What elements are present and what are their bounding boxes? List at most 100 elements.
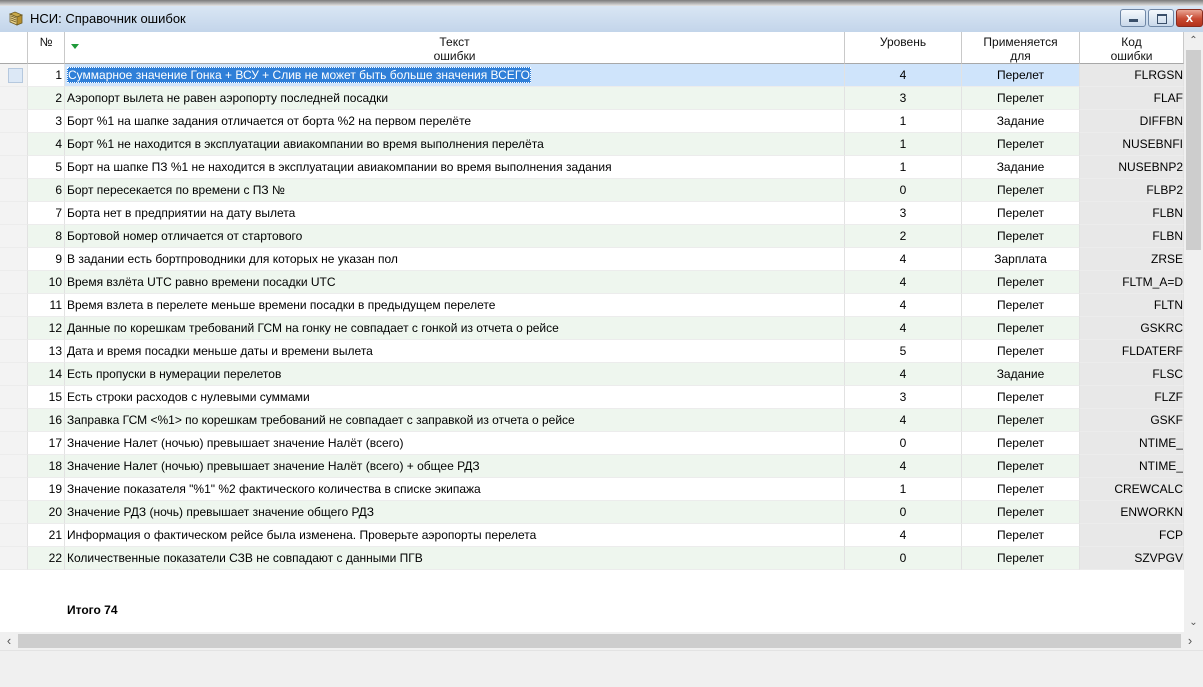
row-indicator[interactable] <box>0 156 28 179</box>
row-indicator[interactable] <box>0 409 28 432</box>
cell-text[interactable]: Значение РДЗ (ночь) превышает значение о… <box>65 501 845 524</box>
cell-level[interactable]: 4 <box>845 363 962 386</box>
cell-text[interactable]: Время взлёта UTC равно времени посадки U… <box>65 271 845 294</box>
table-row[interactable]: 20 Значение РДЗ (ночь) превышает значение… <box>0 501 1184 524</box>
cell-num[interactable]: 21 <box>28 524 65 547</box>
cell-applies[interactable]: Задание <box>962 363 1080 386</box>
cell-num[interactable]: 13 <box>28 340 65 363</box>
table-row[interactable]: 5 Борт на шапке ПЗ %1 не находится в эксп… <box>0 156 1184 179</box>
table-row[interactable]: 21 Информация о фактическом рейсе была из… <box>0 524 1184 547</box>
cell-text[interactable]: Значение Налет (ночью) превышает значени… <box>65 455 845 478</box>
column-header-num[interactable]: № <box>28 32 65 64</box>
cell-num[interactable]: 2 <box>28 87 65 110</box>
row-indicator[interactable] <box>0 432 28 455</box>
cell-code[interactable]: GSKRC <box>1080 317 1184 340</box>
cell-code[interactable]: ZRSE <box>1080 248 1184 271</box>
cell-text[interactable]: Заправка ГСМ <%1> по корешкам требований… <box>65 409 845 432</box>
cell-text[interactable]: Борт пересекается по времени с ПЗ № <box>65 179 845 202</box>
cell-code[interactable]: FLTN <box>1080 294 1184 317</box>
cell-text[interactable]: Значение Налет (ночью) превышает значени… <box>65 432 845 455</box>
row-indicator[interactable] <box>0 133 28 156</box>
vertical-scroll-thumb[interactable] <box>1186 50 1201 250</box>
cell-code[interactable]: FCP <box>1080 524 1184 547</box>
cell-text[interactable]: Борта нет в предприятии на дату вылета <box>65 202 845 225</box>
row-indicator[interactable] <box>0 271 28 294</box>
cell-text[interactable]: Есть пропуски в нумерации перелетов <box>65 363 845 386</box>
cell-applies[interactable]: Перелет <box>962 271 1080 294</box>
table-row[interactable]: 9В задании есть бортпроводники для котор… <box>0 248 1184 271</box>
cell-code[interactable]: NUSEBNP2 <box>1080 156 1184 179</box>
row-indicator[interactable] <box>0 202 28 225</box>
row-indicator[interactable] <box>0 340 28 363</box>
cell-applies[interactable]: Задание <box>962 156 1080 179</box>
row-indicator[interactable] <box>0 64 28 87</box>
row-indicator[interactable] <box>0 110 28 133</box>
cell-applies[interactable]: Зарплата <box>962 248 1080 271</box>
cell-num[interactable]: 6 <box>28 179 65 202</box>
row-indicator[interactable] <box>0 478 28 501</box>
scroll-right-icon[interactable]: › <box>1181 632 1199 650</box>
cell-applies[interactable]: Перелет <box>962 202 1080 225</box>
cell-level[interactable]: 4 <box>845 524 962 547</box>
table-row[interactable]: 3 Борт %1 на шапке задания отличается от … <box>0 110 1184 133</box>
cell-level[interactable]: 4 <box>845 64 962 87</box>
scroll-down-icon[interactable]: ⌄ <box>1184 614 1203 632</box>
row-indicator[interactable] <box>0 87 28 110</box>
cell-level[interactable]: 5 <box>845 340 962 363</box>
cell-applies[interactable]: Перелет <box>962 455 1080 478</box>
cell-num[interactable]: 16 <box>28 409 65 432</box>
cell-code[interactable]: DIFFBN <box>1080 110 1184 133</box>
column-header-text[interactable]: Текст ошибки <box>65 32 845 64</box>
table-row[interactable]: 4 Борт %1 не находится в эксплуатации ави… <box>0 133 1184 156</box>
cell-code[interactable]: FLRGSN <box>1080 64 1184 87</box>
cell-num[interactable]: 4 <box>28 133 65 156</box>
errors-grid[interactable]: № Текст ошибки Уровень Применяется для К… <box>0 32 1203 632</box>
table-row[interactable]: 11 Время взлета в перелете меньше времени… <box>0 294 1184 317</box>
cell-applies[interactable]: Перелет <box>962 547 1080 570</box>
cell-num[interactable]: 22 <box>28 547 65 570</box>
cell-code[interactable]: FLSC <box>1080 363 1184 386</box>
cell-level[interactable]: 0 <box>845 432 962 455</box>
row-indicator[interactable] <box>0 547 28 570</box>
cell-applies[interactable]: Задание <box>962 110 1080 133</box>
cell-level[interactable]: 2 <box>845 225 962 248</box>
cell-num[interactable]: 18 <box>28 455 65 478</box>
cell-num[interactable]: 7 <box>28 202 65 225</box>
cell-level[interactable]: 1 <box>845 156 962 179</box>
vertical-scrollbar[interactable]: ⌃ ⌄ <box>1184 32 1203 632</box>
cell-applies[interactable]: Перелет <box>962 478 1080 501</box>
cell-text[interactable]: Бортовой номер отличается от стартового <box>65 225 845 248</box>
cell-num[interactable]: 12 <box>28 317 65 340</box>
table-row[interactable]: 15 Есть строки расходов с нулевыми суммам… <box>0 386 1184 409</box>
cell-code[interactable]: SZVPGV <box>1080 547 1184 570</box>
cell-level[interactable]: 0 <box>845 501 962 524</box>
cell-text[interactable]: Количественные показатели СЗВ не совпада… <box>65 547 845 570</box>
cell-level[interactable]: 4 <box>845 409 962 432</box>
cell-code[interactable]: FLBP2 <box>1080 179 1184 202</box>
cell-code[interactable]: FLZF <box>1080 386 1184 409</box>
cell-num[interactable]: 11 <box>28 294 65 317</box>
table-row[interactable]: 18 Значение Налет (ночью) превышает значе… <box>0 455 1184 478</box>
cell-text[interactable]: Дата и время посадки меньше даты и време… <box>65 340 845 363</box>
cell-num[interactable]: 3 <box>28 110 65 133</box>
cell-level[interactable]: 4 <box>845 455 962 478</box>
column-header-applies[interactable]: Применяется для <box>962 32 1080 64</box>
cell-applies[interactable]: Перелет <box>962 386 1080 409</box>
cell-code[interactable]: FLBN <box>1080 225 1184 248</box>
cell-code[interactable]: FLTM_A=D <box>1080 271 1184 294</box>
row-indicator[interactable] <box>0 524 28 547</box>
cell-num[interactable]: 15 <box>28 386 65 409</box>
cell-text[interactable]: Борт %1 не находится в эксплуатации авиа… <box>65 133 845 156</box>
cell-level[interactable]: 3 <box>845 386 962 409</box>
cell-num[interactable]: 8 <box>28 225 65 248</box>
cell-applies[interactable]: Перелет <box>962 294 1080 317</box>
cell-text[interactable]: Борт на шапке ПЗ %1 не находится в экспл… <box>65 156 845 179</box>
cell-code[interactable]: FLDATERF <box>1080 340 1184 363</box>
cell-applies[interactable]: Перелет <box>962 87 1080 110</box>
row-indicator[interactable] <box>0 386 28 409</box>
minimize-button[interactable] <box>1120 9 1146 27</box>
cell-applies[interactable]: Перелет <box>962 432 1080 455</box>
cell-text[interactable]: Информация о фактическом рейсе была изме… <box>65 524 845 547</box>
cell-level[interactable]: 0 <box>845 179 962 202</box>
table-row[interactable]: 12 Данные по корешкам требований ГСМ на г… <box>0 317 1184 340</box>
